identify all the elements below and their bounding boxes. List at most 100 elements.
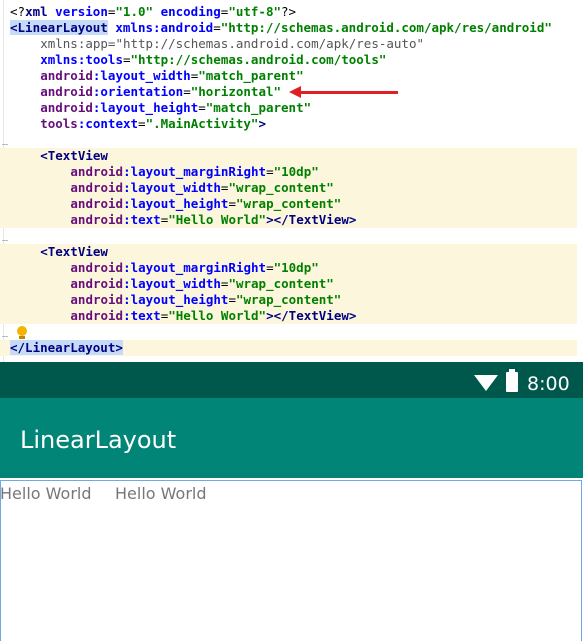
code-line[interactable] bbox=[0, 228, 583, 244]
code-token: TextView bbox=[288, 212, 349, 227]
fold-marker[interactable] bbox=[2, 336, 8, 337]
fold-marker[interactable] bbox=[2, 240, 8, 241]
code-token: <LinearLayout bbox=[10, 20, 108, 35]
code-line[interactable]: <TextView bbox=[0, 148, 583, 164]
layout-preview-area[interactable] bbox=[0, 480, 582, 641]
code-line[interactable]: </LinearLayout> bbox=[0, 340, 583, 356]
code-token: "http://schemas.android.com/tools" bbox=[130, 52, 387, 67]
code-line[interactable]: android:layout_marginRight="10dp" bbox=[0, 260, 583, 276]
code-token: :layout_marginRight bbox=[123, 164, 267, 179]
code-line[interactable]: tools:context=".MainActivity"> bbox=[0, 116, 583, 132]
code-text: <TextView bbox=[40, 148, 108, 164]
code-line[interactable]: <TextView bbox=[0, 244, 583, 260]
code-token: "horizontal" bbox=[190, 84, 282, 99]
code-token: :layout_width bbox=[123, 180, 221, 195]
code-token: android bbox=[70, 196, 124, 211]
code-token: :text bbox=[123, 212, 161, 227]
code-token: = bbox=[228, 196, 236, 211]
code-token: :layout_height bbox=[123, 292, 229, 307]
code-token: ?> bbox=[281, 4, 297, 19]
code-token: "10dp" bbox=[273, 164, 319, 179]
code-text: tools:context=".MainActivity"> bbox=[40, 116, 266, 132]
textview-hello-world-2[interactable]: Hello World bbox=[115, 485, 207, 503]
code-token: = bbox=[213, 20, 221, 35]
code-token: xmlns:android bbox=[115, 20, 214, 35]
code-token: ></ bbox=[266, 308, 289, 323]
code-text: </LinearLayout> bbox=[10, 340, 123, 356]
code-text: android:layout_height="wrap_content" bbox=[70, 196, 341, 212]
code-line[interactable]: android:layout_height="wrap_content" bbox=[0, 292, 583, 308]
code-token: :orientation bbox=[92, 84, 184, 99]
arrow-left-icon bbox=[298, 91, 398, 94]
code-token: :layout_height bbox=[92, 100, 199, 115]
code-line[interactable]: android:layout_height="wrap_content" bbox=[0, 196, 583, 212]
code-line[interactable]: android:layout_marginRight="10dp" bbox=[0, 164, 583, 180]
code-token: tools bbox=[40, 116, 78, 131]
code-token: ></ bbox=[266, 212, 289, 227]
code-token: "match_parent" bbox=[198, 68, 304, 83]
code-token: "wrap_content" bbox=[235, 292, 342, 307]
code-line[interactable]: android:layout_width="wrap_content" bbox=[0, 180, 583, 196]
code-token: android bbox=[70, 292, 124, 307]
code-token: <? bbox=[10, 4, 26, 19]
code-token: version bbox=[55, 4, 108, 19]
code-token: "utf-8" bbox=[228, 4, 281, 19]
code-line[interactable] bbox=[0, 132, 583, 148]
code-token: > bbox=[258, 116, 266, 131]
code-token: <TextView bbox=[40, 244, 108, 259]
code-text: <LinearLayout xmlns:android="http://sche… bbox=[10, 20, 552, 36]
code-token: <TextView bbox=[40, 148, 108, 163]
code-token: "http://schemas.android.com/apk/res-auto… bbox=[115, 36, 425, 51]
arrow-left-icon-head bbox=[289, 86, 301, 98]
code-token: android bbox=[70, 260, 124, 275]
code-token: xml bbox=[25, 4, 56, 19]
code-token: android bbox=[70, 308, 124, 323]
code-line[interactable]: <LinearLayout xmlns:android="http://sche… bbox=[0, 20, 583, 36]
code-token: "wrap_content" bbox=[228, 180, 334, 195]
lightbulb-icon[interactable] bbox=[17, 326, 27, 336]
code-token: "http://schemas.android.com/apk/res/andr… bbox=[220, 20, 552, 35]
code-token: android bbox=[70, 180, 124, 195]
code-line[interactable]: xmlns:tools="http://schemas.android.com/… bbox=[0, 52, 583, 68]
code-token: xmlns:tools bbox=[40, 52, 123, 67]
code-token: android bbox=[70, 276, 124, 291]
code-line[interactable]: <?xml version="1.0" encoding="utf-8"?> bbox=[0, 4, 583, 20]
code-token: "10dp" bbox=[273, 260, 319, 275]
battery-icon bbox=[506, 369, 518, 392]
code-text: android:text="Hello World"></TextView> bbox=[70, 212, 356, 228]
code-token: android bbox=[70, 164, 124, 179]
code-token: = bbox=[266, 260, 274, 275]
code-line[interactable]: android:layout_height="match_parent" bbox=[0, 100, 583, 116]
code-token: = bbox=[198, 100, 206, 115]
code-token: :text bbox=[123, 308, 161, 323]
xml-code-editor[interactable]: <?xml version="1.0" encoding="utf-8"?> <L… bbox=[0, 0, 583, 362]
code-line[interactable]: android:layout_width="match_parent" bbox=[0, 68, 583, 84]
code-token: > bbox=[348, 212, 357, 227]
code-token: = bbox=[228, 292, 236, 307]
code-token: android bbox=[40, 84, 93, 99]
status-time: 8:00 bbox=[527, 373, 570, 395]
code-token: "wrap_content" bbox=[228, 276, 334, 291]
code-line[interactable]: android:text="Hello World"></TextView> bbox=[0, 308, 583, 324]
code-line[interactable]: android:layout_width="wrap_content" bbox=[0, 276, 583, 292]
code-token: "1.0" bbox=[115, 4, 154, 19]
code-token: :layout_width bbox=[123, 276, 221, 291]
code-token: "wrap_content" bbox=[235, 196, 342, 211]
code-text: <?xml version="1.0" encoding="utf-8"?> bbox=[10, 4, 296, 20]
code-token: android bbox=[40, 100, 93, 115]
code-line[interactable] bbox=[0, 324, 583, 340]
code-line[interactable]: xmlns:app="http://schemas.android.com/ap… bbox=[0, 36, 583, 52]
code-line[interactable]: android:text="Hello World"></TextView> bbox=[0, 212, 583, 228]
code-text: android:text="Hello World"></TextView> bbox=[70, 308, 356, 324]
code-token: = bbox=[122, 52, 131, 67]
fold-marker[interactable] bbox=[2, 144, 8, 145]
code-text: android:layout_width="wrap_content" bbox=[70, 180, 333, 196]
code-token: :layout_marginRight bbox=[123, 260, 267, 275]
code-text: xmlns:tools="http://schemas.android.com/… bbox=[40, 52, 386, 68]
code-token: :context bbox=[77, 116, 139, 131]
textview-hello-world-1[interactable]: Hello World bbox=[0, 485, 92, 503]
code-token: "Hello World" bbox=[168, 212, 267, 227]
code-text: android:layout_marginRight="10dp" bbox=[70, 164, 318, 180]
code-token: > bbox=[348, 308, 357, 323]
